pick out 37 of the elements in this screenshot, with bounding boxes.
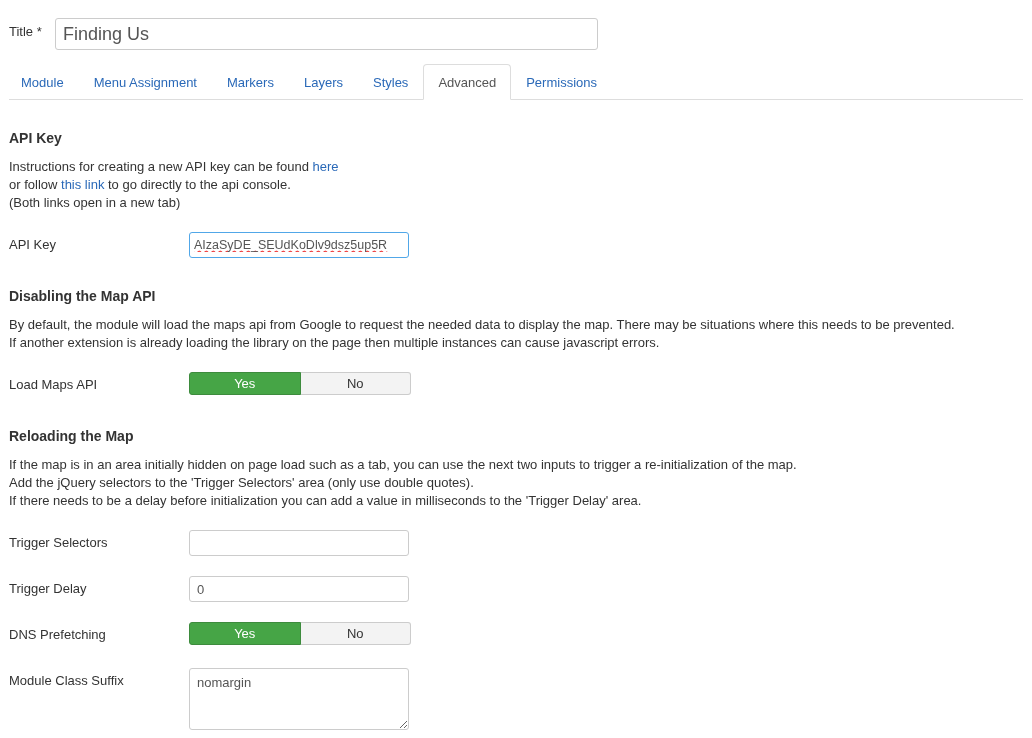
description-text: If another extension is already loading the library on the page then multiple instances can cause javascript errors. xyxy=(9,335,660,350)
description-text: If there needs to be a delay before initialization you can add a value in milliseconds to the 'Trigger Delay' area. xyxy=(9,493,642,508)
tab[interactable]: Menu Assignment xyxy=(78,64,212,100)
field-label: DNS Prefetching xyxy=(9,626,107,644)
field-label: Load Maps API xyxy=(9,376,99,394)
section-heading: Disabling the Map API xyxy=(9,288,157,306)
tab[interactable]: Advanced xyxy=(423,64,512,100)
text-field[interactable]: AIzaSyDE_SEUdKoDlv9dsz5up5R xyxy=(189,232,409,258)
section-heading: Reloading the Map xyxy=(9,428,135,446)
description-text: If the map is in an area initially hidden on page load such as a tab, you can use the next two inputs to trigger a re-initialization of the map. xyxy=(9,457,797,472)
section-heading: API Key xyxy=(9,130,63,148)
toggle-option[interactable]: No xyxy=(300,622,411,645)
toggle-option[interactable]: No xyxy=(300,372,411,395)
tab[interactable]: Markers xyxy=(212,64,289,100)
description-text: Add the jQuery selectors to the 'Trigger Selectors' area (only use double quotes). xyxy=(9,475,474,490)
text-field[interactable] xyxy=(189,530,409,556)
tab[interactable]: Styles xyxy=(357,64,424,100)
description-text: By default, the module will load the maps api from Google to request the needed data to display the map. There may be situations where this needs to be prevented. xyxy=(9,317,955,332)
tab[interactable]: Layers xyxy=(288,64,358,100)
field-label: API Key xyxy=(9,236,57,254)
text-field[interactable]: 0 xyxy=(189,576,409,602)
toggle-option[interactable]: Yes xyxy=(189,622,301,645)
field-label: Trigger Selectors xyxy=(9,534,109,552)
description-text: or follow xyxy=(9,177,59,192)
toggle-option[interactable]: Yes xyxy=(189,372,301,395)
title-field[interactable]: Finding Us xyxy=(55,18,598,50)
field-label: Module Class Suffix xyxy=(9,672,125,690)
description-text: (Both links open in a new tab) xyxy=(9,195,181,210)
title-label: Title * xyxy=(9,23,43,39)
text-area[interactable]: nomargin xyxy=(189,668,409,730)
tab[interactable]: Permissions xyxy=(511,64,612,100)
field-label: Trigger Delay xyxy=(9,580,88,598)
tab[interactable]: Module xyxy=(9,64,79,100)
description-text: to go directly to the api console. xyxy=(107,177,291,192)
link[interactable]: this link xyxy=(61,177,105,192)
link[interactable]: here xyxy=(312,159,339,174)
description-text: Instructions for creating a new API key can be found xyxy=(9,159,310,174)
